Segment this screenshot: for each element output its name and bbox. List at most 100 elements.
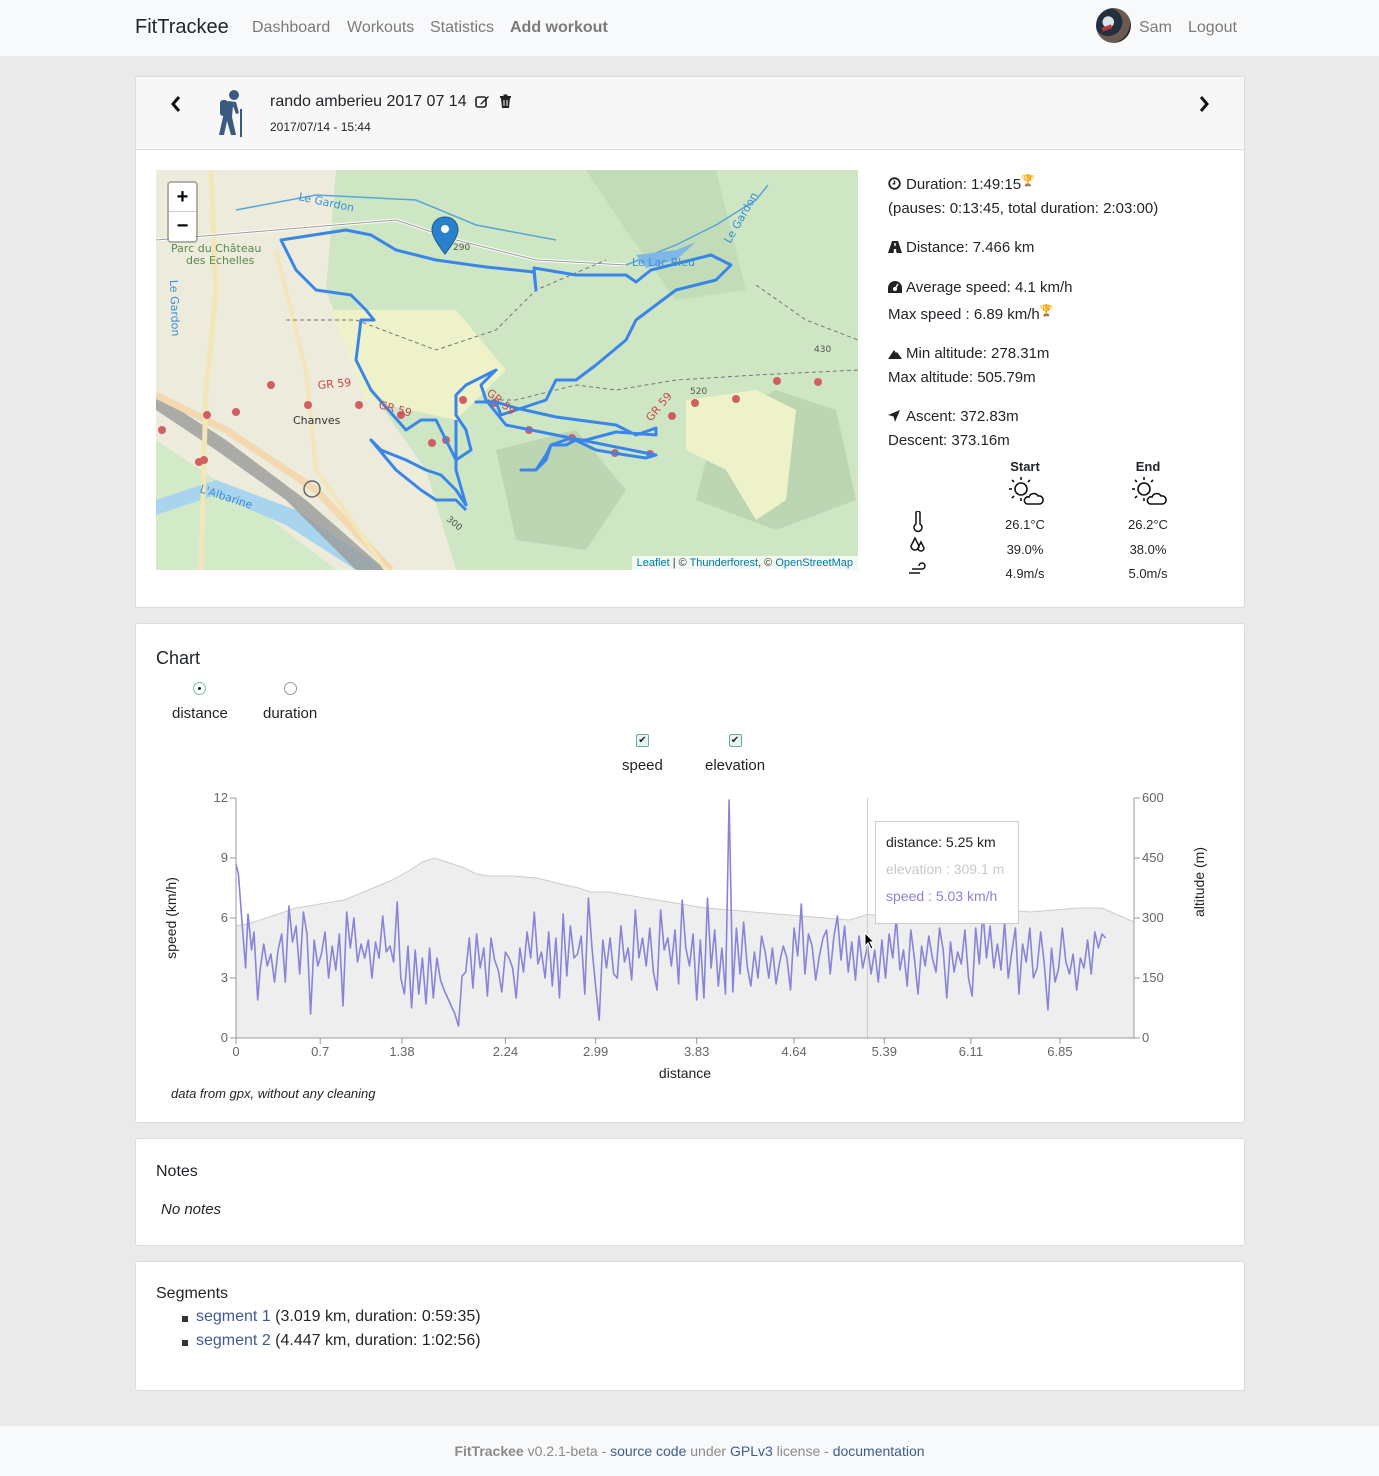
workout-title: rando amberieu 2017 07 14 — [270, 93, 512, 113]
distance-value: Distance: 7.466 km — [906, 239, 1035, 256]
brand-link[interactable]: FitTrackee — [135, 16, 229, 39]
checkbox-speed-label: speed — [622, 757, 663, 774]
radio-duration[interactable] — [283, 682, 297, 695]
footer-text: under — [686, 1443, 730, 1459]
nav-add-workout[interactable]: Add workout — [510, 19, 608, 37]
map-label: 290 — [453, 243, 470, 253]
nav-statistics[interactable]: Statistics — [430, 19, 494, 37]
checkbox-elevation-label: elevation — [705, 757, 766, 774]
map-label: 520 — [690, 387, 707, 397]
y-tick-label: 12 — [214, 790, 228, 805]
edit-icon[interactable] — [475, 94, 490, 113]
x-tick-label: 6.11 — [959, 1044, 983, 1059]
footer-version: v0.2.1-beta - — [523, 1443, 611, 1459]
footer-text: license - — [772, 1443, 833, 1459]
footer-brand: FitTrackee — [454, 1443, 524, 1459]
y-axis-label: speed (km/h) — [163, 877, 179, 959]
map-tiles: Le Gardon Parc du Château des Echelles L… — [156, 170, 858, 570]
clock-icon — [888, 174, 902, 197]
segment-2-link[interactable]: segment 2 — [196, 1332, 271, 1349]
x-axis-option-distance[interactable]: distance — [172, 680, 228, 722]
weather-end-header: End — [1135, 459, 1161, 474]
thermometer-icon — [912, 510, 924, 536]
workout-stats: Duration: 1:49:15🏆 (pauses: 0:13:45, tot… — [888, 170, 1228, 468]
y2-tick-label: 0 — [1142, 1030, 1149, 1045]
wind-icon — [908, 561, 930, 578]
x-axis-label: distance — [659, 1065, 711, 1081]
y-tick-label: 6 — [221, 910, 228, 925]
toggle-elevation[interactable]: ✔ elevation — [705, 732, 765, 774]
partly-cloudy-day-icon — [980, 475, 1070, 510]
tooltip-distance: distance: 5.25 km — [886, 834, 996, 850]
leaflet-link[interactable]: Leaflet — [637, 557, 670, 569]
trophy-icon: 🏆 — [1039, 305, 1054, 317]
map-label: Le Gardon — [167, 280, 182, 337]
workout-map[interactable]: Le Gardon Parc du Château des Echelles L… — [156, 170, 858, 570]
nav-user[interactable]: Sam — [1139, 19, 1172, 37]
start-temperature: 26.1°C — [1005, 517, 1045, 532]
workout-title-text: rando amberieu 2017 07 14 — [270, 93, 467, 110]
source-code-link[interactable]: source code — [610, 1443, 686, 1459]
speed-elevation-chart[interactable]: 0 0.7 1.38 2.24 2.99 3.83 4.64 5.39 6.11 6.85 0 3 6 9… — [136, 784, 1244, 1104]
x-tick-label: 2.99 — [583, 1044, 608, 1059]
segment-2-info: (4.447 km, duration: 1:02:56) — [270, 1332, 481, 1349]
zoom-out-button[interactable]: − — [169, 212, 196, 241]
x-axis-option-duration[interactable]: duration — [263, 680, 317, 722]
partly-cloudy-day-icon — [1103, 475, 1193, 510]
nav-workouts[interactable]: Workouts — [347, 19, 414, 37]
map-label: Chanves — [293, 414, 341, 427]
y-tick-label: 9 — [221, 850, 228, 865]
notes-text: No notes — [161, 1201, 222, 1218]
mouse-cursor-icon — [864, 931, 876, 954]
descent-value: Descent: 373.16m — [888, 432, 1010, 449]
workout-date: 2017/07/14 - 15:44 — [270, 120, 371, 134]
next-workout-icon[interactable] — [1198, 93, 1210, 119]
footer: FitTrackee v0.2.1-beta - source code und… — [0, 1426, 1379, 1476]
navbar: FitTrackee Dashboard Workouts Statistics… — [0, 0, 1379, 56]
thunderforest-link[interactable]: Thunderforest — [690, 557, 758, 569]
checkbox-elevation[interactable]: ✔ — [728, 734, 742, 747]
tooltip-speed: speed : 5.03 km/h — [886, 888, 998, 904]
openstreetmap-link[interactable]: OpenStreetMap — [775, 557, 853, 569]
pauses-value: (pauses: 0:13:45, total duration: 2:03:0… — [888, 200, 1159, 217]
tachometer-icon — [888, 277, 902, 300]
previous-workout-icon[interactable] — [170, 93, 182, 119]
x-tick-label: 0.7 — [311, 1044, 329, 1059]
radio-duration-label: duration — [263, 705, 318, 722]
nav-dashboard[interactable]: Dashboard — [252, 19, 330, 37]
y2-tick-label: 300 — [1142, 910, 1164, 925]
start-humidity: 39.0% — [1006, 542, 1044, 557]
zoom-in-button[interactable]: + — [169, 183, 196, 212]
trophy-icon: 🏆 — [1021, 175, 1035, 187]
map-attribution: Leaflet | © Thunderforest, © OpenStreetM… — [631, 556, 858, 570]
avatar[interactable] — [1096, 8, 1131, 43]
road-icon — [888, 237, 902, 260]
x-tick-label: 4.64 — [781, 1044, 806, 1059]
segment-1-link[interactable]: segment 1 — [196, 1308, 271, 1325]
y2-tick-label: 600 — [1142, 790, 1164, 805]
map-label: 430 — [814, 345, 831, 355]
location-arrow-icon — [888, 406, 902, 429]
duration-value: Duration: 1:49:15 — [906, 176, 1022, 193]
x-tick-label: 5.39 — [872, 1044, 897, 1059]
documentation-link[interactable]: documentation — [833, 1443, 925, 1459]
y-tick-label: 3 — [221, 970, 228, 985]
min-altitude-value: Min altitude: 278.31m — [906, 345, 1050, 362]
y2-axis-label: altitude (m) — [1191, 847, 1207, 917]
delete-icon[interactable] — [499, 94, 512, 113]
end-temperature: 26.2°C — [1128, 517, 1168, 532]
x-tick-label: 0 — [232, 1044, 239, 1059]
chart-note: data from gpx, without any cleaning — [171, 1086, 376, 1101]
segments-list: segment 1 (3.019 km, duration: 0:59:35) … — [180, 1308, 481, 1356]
license-link[interactable]: GPLv3 — [730, 1443, 773, 1459]
hiking-icon — [214, 89, 248, 141]
nav-logout[interactable]: Logout — [1188, 19, 1237, 37]
toggle-speed[interactable]: ✔ speed — [622, 732, 663, 774]
max-altitude-value: Max altitude: 505.79m — [888, 369, 1036, 386]
mountain-icon — [888, 343, 902, 366]
radio-distance[interactable] — [193, 682, 207, 695]
checkbox-speed[interactable]: ✔ — [635, 734, 649, 747]
tooltip-elevation: elevation : 309.1 m — [886, 861, 1005, 877]
y-tick-label: 0 — [221, 1030, 228, 1045]
segment-item: segment 1 (3.019 km, duration: 0:59:35) — [180, 1308, 481, 1332]
